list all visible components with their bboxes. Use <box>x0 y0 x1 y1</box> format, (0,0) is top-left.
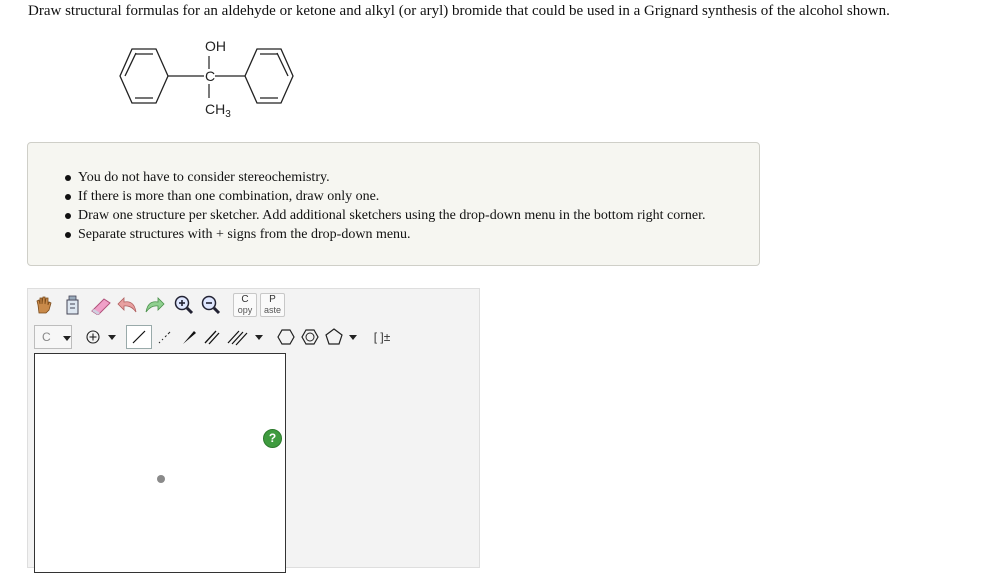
eraser-icon[interactable] <box>88 293 114 317</box>
zoom-in-icon[interactable] <box>173 293 195 317</box>
help-icon[interactable]: ? <box>263 429 282 448</box>
right-benzene-ring <box>244 48 294 104</box>
chevron-down-icon[interactable] <box>255 335 263 340</box>
undo-icon[interactable] <box>116 293 140 317</box>
hand-icon[interactable] <box>33 293 55 317</box>
hydroxyl-label: OH <box>205 38 226 54</box>
hashed-bond-icon[interactable] <box>154 325 176 349</box>
instruction-item: If there is more than one combination, d… <box>65 187 706 206</box>
redo-icon[interactable] <box>142 293 166 317</box>
cyclohexane-icon[interactable] <box>275 325 297 349</box>
benzene-icon[interactable] <box>299 325 321 349</box>
structure-sketcher: C opy P aste C [ ]± ? <box>27 288 480 573</box>
chevron-down-icon <box>63 336 71 341</box>
single-bond-icon[interactable] <box>126 325 152 349</box>
question-text: Draw structural formulas for an aldehyde… <box>28 3 890 19</box>
canvas-center-dot <box>157 475 165 483</box>
chevron-down-icon[interactable] <box>108 335 116 340</box>
double-bond-icon[interactable] <box>201 325 223 349</box>
left-benzene-ring <box>119 48 169 104</box>
alcohol-structure: OH C CH3 <box>119 38 294 120</box>
charge-plus-icon[interactable] <box>84 327 102 347</box>
copy-button[interactable]: C opy <box>233 293 257 317</box>
instruction-item: Draw one structure per sketcher. Add add… <box>65 208 706 223</box>
central-carbon-label: C <box>205 68 215 84</box>
methyl-label: CH3 <box>205 101 231 120</box>
instruction-item: Separate structures with + signs from th… <box>65 225 706 244</box>
cyclopentane-icon[interactable] <box>323 325 345 349</box>
zoom-out-icon[interactable] <box>200 293 222 317</box>
bracket-charge-button[interactable]: [ ]± <box>369 325 395 349</box>
triple-bond-icon[interactable] <box>224 325 250 349</box>
paste-button[interactable]: P aste <box>260 293 285 317</box>
instruction-item: You do not have to consider stereochemis… <box>65 168 706 187</box>
element-selector[interactable]: C <box>34 325 72 349</box>
instructions-list: You do not have to consider stereochemis… <box>28 168 706 244</box>
drawing-canvas[interactable]: ? <box>34 353 286 573</box>
chevron-down-icon[interactable] <box>349 335 357 340</box>
wedge-bond-icon[interactable] <box>178 325 200 349</box>
instructions-box: You do not have to consider stereochemis… <box>27 142 760 266</box>
clear-icon[interactable] <box>61 293 83 317</box>
